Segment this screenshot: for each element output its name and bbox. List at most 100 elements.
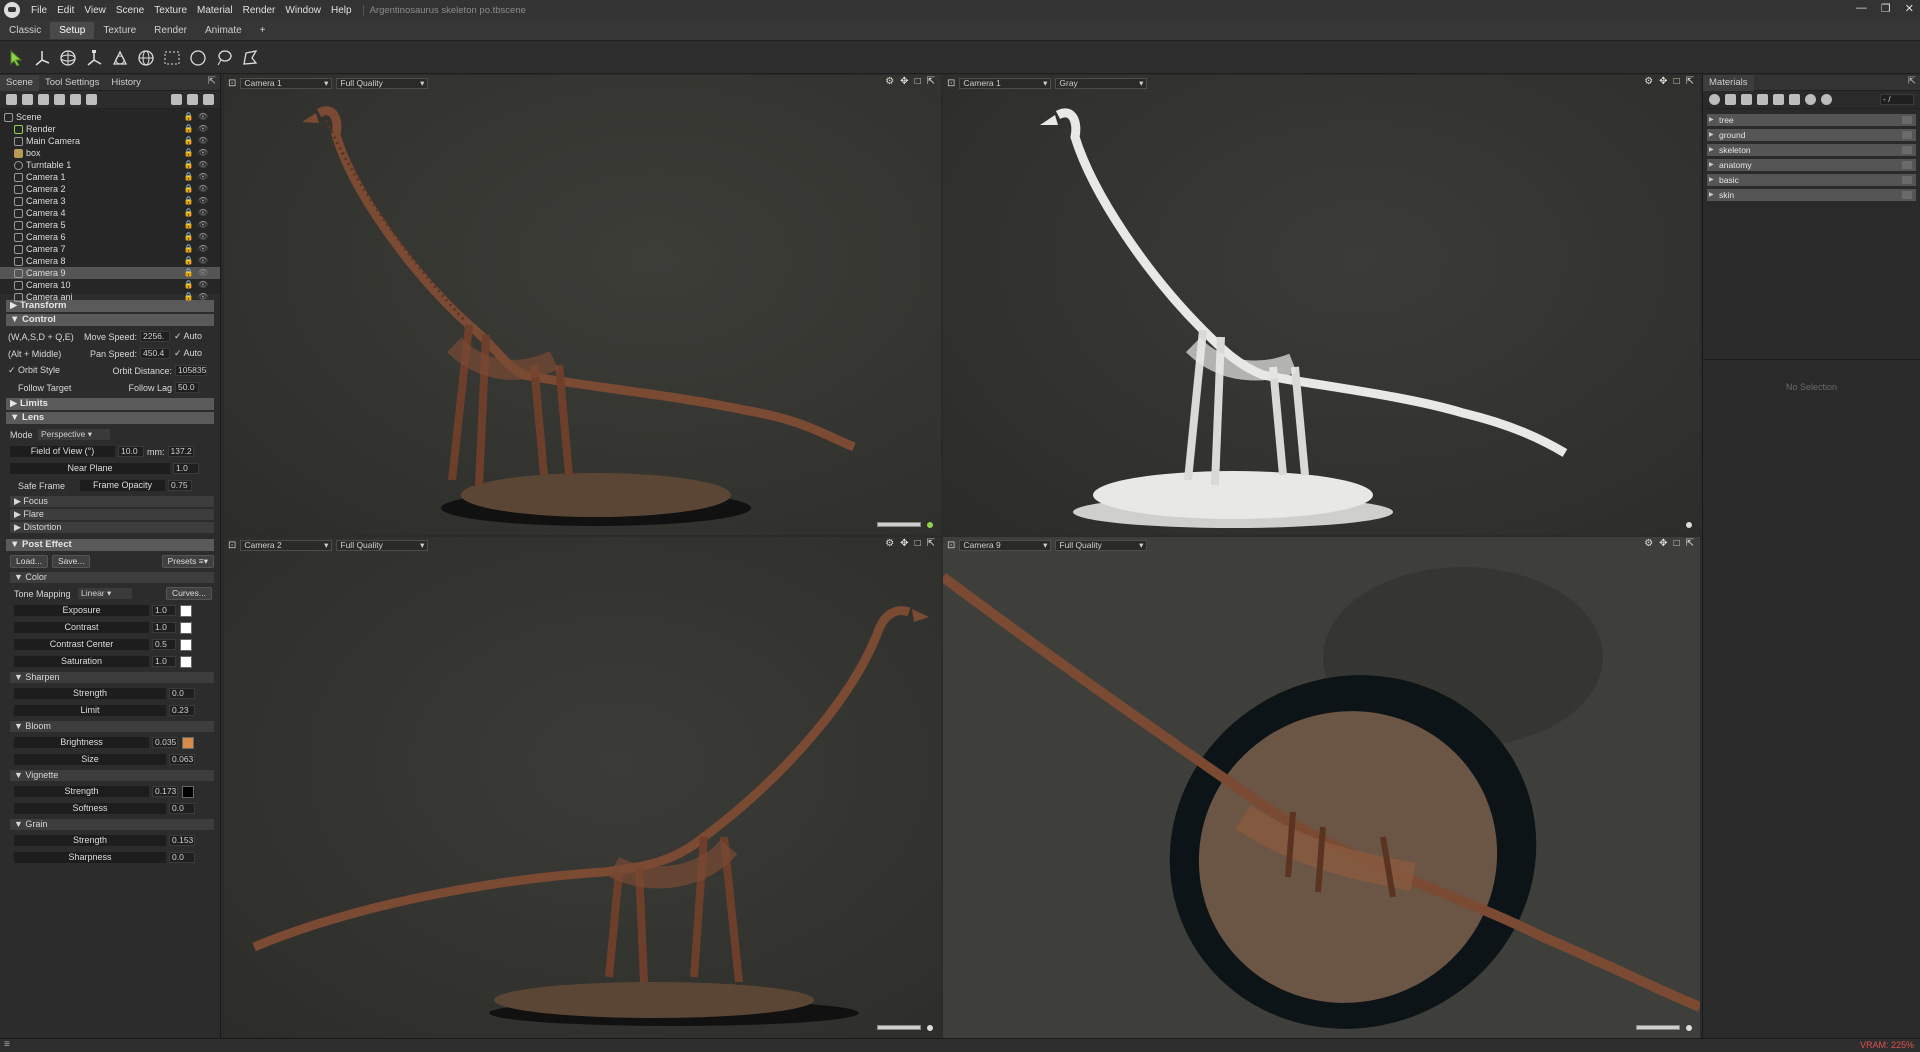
- brightness-field[interactable]: 0.035: [152, 737, 178, 748]
- section-limits[interactable]: ▶ Limits: [6, 398, 214, 410]
- follow-lag-field[interactable]: 50.0: [175, 382, 199, 393]
- lock-eye-icon[interactable]: 🔒👁: [184, 231, 212, 243]
- tab-render[interactable]: Render: [145, 22, 196, 39]
- viewport-scrollbar[interactable]: [877, 1025, 921, 1030]
- tree-item-camera-ani[interactable]: Camera ani 🔒👁: [0, 291, 220, 303]
- circle-select-icon[interactable]: [188, 48, 208, 68]
- tab-scene[interactable]: Scene: [0, 74, 39, 91]
- move-speed-field[interactable]: 2256.: [140, 331, 170, 342]
- viewport-top-left[interactable]: ⊡ Camera 1 ▾ Full Quality ▾ ⚙ ✥ □ ⇱: [224, 75, 941, 535]
- popout-icon[interactable]: ⇱: [1686, 538, 1694, 549]
- maximize-icon[interactable]: □: [1674, 538, 1680, 549]
- quality-dropdown[interactable]: Full Quality ▾: [336, 77, 429, 89]
- mode-dropdown[interactable]: Perspective ▾: [38, 429, 110, 440]
- section-grain[interactable]: ▼ Grain: [10, 819, 214, 830]
- lock-eye-icon[interactable]: 🔒👁: [184, 207, 212, 219]
- contrast-slider[interactable]: Contrast: [14, 622, 149, 633]
- duplicate-icon[interactable]: [187, 94, 198, 105]
- frame-opacity-slider[interactable]: Frame Opacity: [80, 480, 165, 491]
- viewport-bottom-right[interactable]: ⊡ Camera 9 ▾ Full Quality ▾ ⚙ ✥ □ ⇱: [943, 537, 1700, 1038]
- lock-eye-icon[interactable]: 🔒👁: [184, 135, 212, 147]
- tab-tool-settings[interactable]: Tool Settings: [39, 75, 105, 91]
- menu-edit[interactable]: Edit: [52, 5, 79, 16]
- presets-button[interactable]: Presets ≡▾: [161, 555, 214, 568]
- lock-eye-icon[interactable]: 🔒👁: [184, 195, 212, 207]
- tree-item-render[interactable]: Render 🔒👁: [0, 123, 220, 135]
- tree-item-camera-2[interactable]: Camera 2 🔒👁: [0, 183, 220, 195]
- world-tool-icon[interactable]: [136, 48, 156, 68]
- expand-panel-icon[interactable]: ⇱: [1908, 76, 1916, 87]
- auto-pan-checkbox[interactable]: ✓ Auto: [174, 348, 202, 359]
- grain-strength-field[interactable]: 0.153: [169, 835, 195, 846]
- viewport-scrollbar[interactable]: [1636, 1025, 1680, 1030]
- brightness-slider[interactable]: Brightness: [14, 737, 149, 748]
- menu-file[interactable]: File: [26, 5, 52, 16]
- menu-render[interactable]: Render: [238, 5, 281, 16]
- maximize-icon[interactable]: □: [1674, 76, 1680, 87]
- lock-eye-icon[interactable]: 🔒👁: [184, 267, 212, 279]
- contrast-field[interactable]: 1.0: [152, 622, 176, 633]
- minimize-icon[interactable]: —: [1856, 2, 1867, 15]
- add-material-icon[interactable]: [1709, 94, 1720, 105]
- lock-eye-icon[interactable]: 🔒👁: [184, 159, 212, 171]
- sharpness-field[interactable]: 0.0: [169, 852, 195, 863]
- gear-icon[interactable]: ⚙: [885, 76, 894, 87]
- tab-history[interactable]: History: [105, 75, 147, 91]
- duplicate-material-icon[interactable]: [1725, 94, 1736, 105]
- menu-texture[interactable]: Texture: [149, 5, 192, 16]
- tree-item-turntable[interactable]: Turntable 1 🔒👁: [0, 159, 220, 171]
- near-plane-slider[interactable]: Near Plane: [10, 463, 170, 474]
- lock-eye-icon[interactable]: 🔒👁: [184, 171, 212, 183]
- move-view-icon[interactable]: ✥: [900, 76, 908, 87]
- size-slider[interactable]: Size: [14, 754, 166, 765]
- softness-slider[interactable]: Softness: [14, 803, 166, 814]
- pick-icon[interactable]: [1821, 94, 1832, 105]
- section-sharpen[interactable]: ▼ Sharpen: [10, 672, 214, 683]
- material-item-skin[interactable]: skin: [1707, 189, 1916, 201]
- rect-select-icon[interactable]: [162, 48, 182, 68]
- quality-dropdown[interactable]: Gray ▾: [1055, 77, 1148, 89]
- add-light-icon[interactable]: [22, 94, 33, 105]
- gear-icon[interactable]: ⚙: [885, 538, 894, 549]
- sharpness-slider[interactable]: Sharpness: [14, 852, 166, 863]
- polygon-select-icon[interactable]: [240, 48, 260, 68]
- move-view-icon[interactable]: ✥: [1659, 76, 1667, 87]
- material-item-skeleton[interactable]: skeleton: [1707, 144, 1916, 156]
- frame-opacity-field[interactable]: 0.75: [168, 480, 192, 491]
- menu-help[interactable]: Help: [326, 5, 357, 16]
- tree-item-camera-9[interactable]: Camera 9 🔒👁: [0, 267, 220, 279]
- tree-item-camera-4[interactable]: Camera 4 🔒👁: [0, 207, 220, 219]
- move-tool-icon[interactable]: [32, 48, 52, 68]
- near-plane-field[interactable]: 1.0: [173, 463, 199, 474]
- new-folder-icon[interactable]: [171, 94, 182, 105]
- section-focus[interactable]: ▶ Focus: [10, 496, 214, 507]
- menu-material[interactable]: Material: [192, 5, 238, 16]
- folder-icon[interactable]: [1757, 94, 1768, 105]
- auto-move-checkbox[interactable]: ✓ Auto: [174, 331, 202, 342]
- contrast-center-swatch[interactable]: [180, 638, 192, 651]
- viewport-scrollbar[interactable]: [877, 522, 921, 527]
- section-color[interactable]: ▼ Color: [10, 572, 214, 583]
- camera-dropdown[interactable]: Camera 1 ▾: [240, 77, 333, 89]
- viewport-top-right[interactable]: ⊡ Camera 1 ▾ Gray ▾ ⚙ ✥ □ ⇱: [943, 75, 1700, 535]
- tab-animate[interactable]: Animate: [196, 22, 251, 39]
- orbit-style-checkbox[interactable]: ✓ Orbit Style: [0, 365, 80, 376]
- bloom-color-swatch[interactable]: [182, 736, 194, 749]
- universal-tool-icon[interactable]: [110, 48, 130, 68]
- tone-mapping-dropdown[interactable]: Linear ▾: [78, 588, 132, 599]
- link-icon[interactable]: [1789, 94, 1800, 105]
- section-lens[interactable]: ▼ Lens: [6, 412, 214, 424]
- add-turntable-icon[interactable]: [54, 94, 65, 105]
- lock-eye-icon[interactable]: 🔒👁: [184, 279, 212, 291]
- tab-setup[interactable]: Setup: [50, 21, 95, 39]
- close-icon[interactable]: ✕: [1905, 2, 1914, 15]
- lasso-select-icon[interactable]: [214, 48, 234, 68]
- app-logo-icon[interactable]: [4, 2, 20, 18]
- popout-icon[interactable]: ⇱: [1686, 76, 1694, 87]
- gear-icon[interactable]: ⚙: [1644, 538, 1653, 549]
- section-flare[interactable]: ▶ Flare: [10, 509, 214, 520]
- section-post-effect[interactable]: ▼ Post Effect: [6, 539, 214, 551]
- contrast-swatch[interactable]: [180, 621, 192, 634]
- fov-slider[interactable]: Field of View (°): [10, 446, 115, 457]
- tree-item-main-camera[interactable]: Main Camera 🔒👁: [0, 135, 220, 147]
